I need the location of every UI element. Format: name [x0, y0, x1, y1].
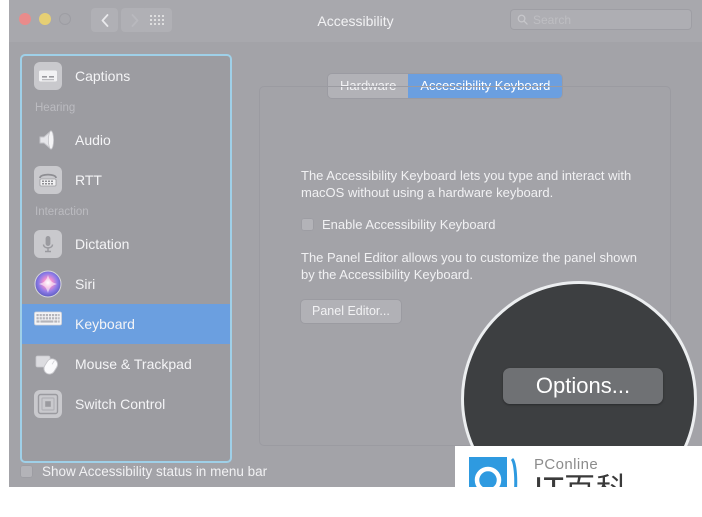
sidebar-item-label: Switch Control [75, 396, 166, 412]
page-bottom-margin [0, 487, 702, 517]
sidebar-item-captions[interactable]: Captions [22, 56, 230, 96]
options-button[interactable]: Options... [503, 368, 663, 404]
enable-accessibility-keyboard-checkbox[interactable] [301, 218, 314, 231]
keyboard-icon [34, 310, 62, 338]
show-accessibility-status-checkbox[interactable] [20, 465, 33, 478]
rtt-telephone-icon [34, 166, 62, 194]
sidebar-item-audio[interactable]: Audio [22, 120, 230, 160]
screenshot-root: Accessibility Search Captions Hearing Au… [0, 0, 702, 517]
sidebar-item-rtt[interactable]: RTT [22, 160, 230, 200]
captions-icon [34, 62, 62, 90]
mouse-trackpad-icon [34, 350, 62, 378]
sidebar-item-label: Dictation [75, 236, 130, 252]
siri-orb-icon [34, 270, 62, 298]
page-left-margin [0, 0, 9, 517]
sidebar-item-label: Siri [75, 276, 96, 292]
enable-accessibility-keyboard-row[interactable]: Enable Accessibility Keyboard [301, 217, 495, 232]
window-toolbar: Accessibility Search [9, 0, 702, 43]
sidebar-item-label: Keyboard [75, 316, 135, 332]
switch-control-icon [34, 390, 62, 418]
sidebar-item-dictation[interactable]: Dictation [22, 224, 230, 264]
search-icon [517, 14, 528, 25]
sidebar-section-interaction: Interaction [35, 206, 89, 218]
show-accessibility-status-row[interactable]: Show Accessibility status in menu bar [20, 464, 267, 479]
sidebar-item-label: Mouse & Trackpad [75, 356, 192, 372]
sidebar-item-keyboard[interactable]: Keyboard [22, 304, 230, 344]
search-placeholder: Search [533, 12, 572, 27]
watermark-brand: PConline [534, 456, 599, 473]
audio-speaker-icon [34, 126, 62, 154]
sidebar-item-label: RTT [75, 172, 102, 188]
panel-editor-button[interactable]: Panel Editor... [301, 300, 401, 323]
sidebar-item-mouse-trackpad[interactable]: Mouse & Trackpad [22, 344, 230, 384]
microphone-icon [34, 230, 62, 258]
sidebar-item-siri[interactable]: Siri [22, 264, 230, 304]
sidebar-list: Captions Hearing Audio RTT Interaction D… [22, 56, 230, 461]
enable-accessibility-keyboard-label: Enable Accessibility Keyboard [322, 217, 496, 232]
search-input[interactable]: Search [510, 9, 692, 30]
show-accessibility-status-label: Show Accessibility status in menu bar [42, 464, 268, 479]
sidebar-item-switch-control[interactable]: Switch Control [22, 384, 230, 424]
sidebar-item-label: Captions [75, 68, 131, 84]
panel-editor-description: The Panel Editor allows you to customize… [301, 250, 638, 282]
sidebar-section-hearing: Hearing [35, 102, 76, 114]
accessibility-keyboard-description: The Accessibility Keyboard lets you type… [301, 168, 632, 200]
sidebar: Captions Hearing Audio RTT Interaction D… [20, 54, 232, 463]
sidebar-item-label: Audio [75, 132, 111, 148]
